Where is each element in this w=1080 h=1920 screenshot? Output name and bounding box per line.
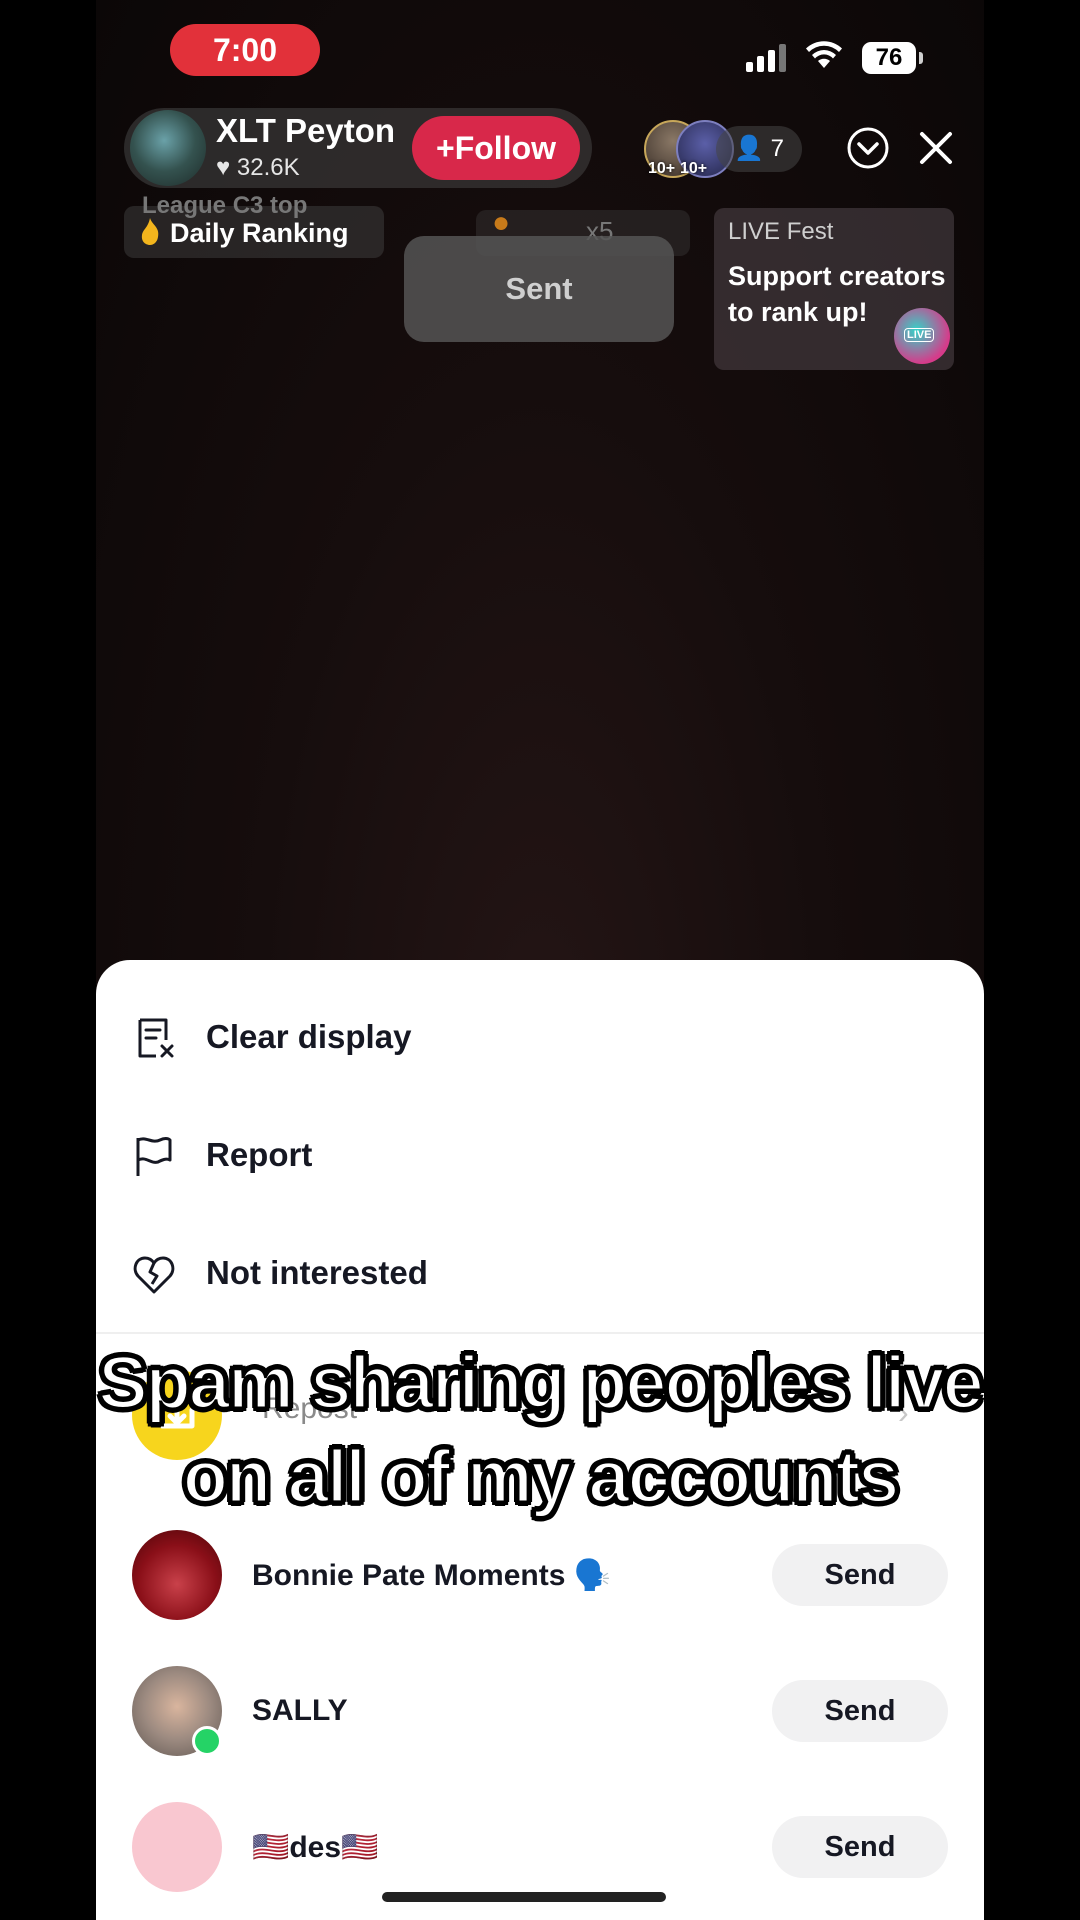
signal-icon — [746, 44, 786, 72]
plus-icon: + — [436, 130, 455, 166]
broken-heart-icon — [133, 1256, 175, 1294]
host-name[interactable]: XLT Peyton — [216, 112, 395, 150]
send-button[interactable]: Send — [772, 1816, 948, 1878]
right-letterbox — [984, 0, 1080, 1920]
live-fest-card[interactable]: LIVE Fest Support creators to rank up! L… — [714, 208, 954, 370]
flag-icon — [136, 1137, 172, 1176]
live-badge: LIVE — [904, 328, 935, 342]
share-contact-row: 🇺🇸des🇺🇸 Send — [132, 1802, 948, 1894]
contact-name: SALLY — [252, 1694, 348, 1727]
report-label: Report — [206, 1136, 313, 1173]
caption-line-1: Spam sharing peoples live — [97, 1340, 984, 1426]
battery-indicator: 76 — [862, 42, 916, 74]
battery-tip — [919, 52, 923, 64]
league-ranking-text: League C3 top — [142, 192, 308, 219]
contact-name: Bonnie Pate Moments 🗣️ — [252, 1559, 612, 1592]
status-time: 7:00 — [170, 24, 320, 76]
follow-button[interactable]: +Follow — [412, 116, 580, 180]
likes-count: 32.6K — [236, 154, 300, 181]
viewer-badge: 10+ — [648, 160, 676, 177]
chevron-down-icon[interactable] — [846, 126, 890, 170]
live-fest-icon: LIVE — [894, 308, 950, 364]
close-icon[interactable] — [916, 128, 956, 168]
host-likes: ♥ 32.6K — [216, 154, 300, 182]
clear-display-option[interactable]: Clear display — [132, 998, 932, 1078]
send-button[interactable]: Send — [772, 1544, 948, 1606]
clear-display-icon — [138, 1018, 174, 1058]
left-letterbox — [0, 0, 96, 1920]
host-avatar[interactable] — [130, 110, 206, 186]
live-fest-title: LIVE Fest — [728, 218, 834, 245]
not-interested-label: Not interested — [206, 1254, 428, 1291]
clear-display-label: Clear display — [206, 1018, 412, 1055]
wifi-icon — [806, 41, 842, 68]
online-status-dot — [192, 1726, 222, 1756]
live-stream-screen: 7:00 76 XLT Peyton ♥ 32.6K +Follow 10+ 1… — [96, 0, 984, 1920]
ranking-label: Daily Ranking — [170, 218, 349, 248]
follow-label: Follow — [454, 130, 556, 166]
home-indicator — [382, 1892, 666, 1902]
not-interested-option[interactable]: Not interested — [132, 1234, 932, 1314]
heart-icon: ♥ — [216, 154, 231, 181]
contact-name: 🇺🇸des🇺🇸 — [252, 1831, 379, 1864]
contact-avatar[interactable] — [132, 1530, 222, 1620]
section-divider — [96, 1332, 984, 1334]
caption-line-2: on all of my accounts — [181, 1434, 901, 1520]
person-icon: 👤 — [734, 135, 764, 162]
viewer-badge: 10+ — [680, 160, 708, 177]
share-contact-row: Bonnie Pate Moments 🗣️ Send — [132, 1530, 948, 1622]
gift-icon: ● — [492, 206, 511, 239]
share-contact-row: SALLY Send — [132, 1666, 948, 1758]
viewer-count[interactable]: 👤 7 — [716, 126, 802, 172]
flame-icon — [141, 218, 159, 245]
report-option[interactable]: Report — [132, 1116, 932, 1196]
contact-avatar[interactable] — [132, 1802, 222, 1892]
daily-ranking-pill[interactable]: League C3 top Daily Ranking — [124, 192, 384, 258]
send-button[interactable]: Send — [772, 1680, 948, 1742]
sent-toast: Sent — [404, 236, 674, 342]
viewer-count-value: 7 — [770, 135, 784, 162]
